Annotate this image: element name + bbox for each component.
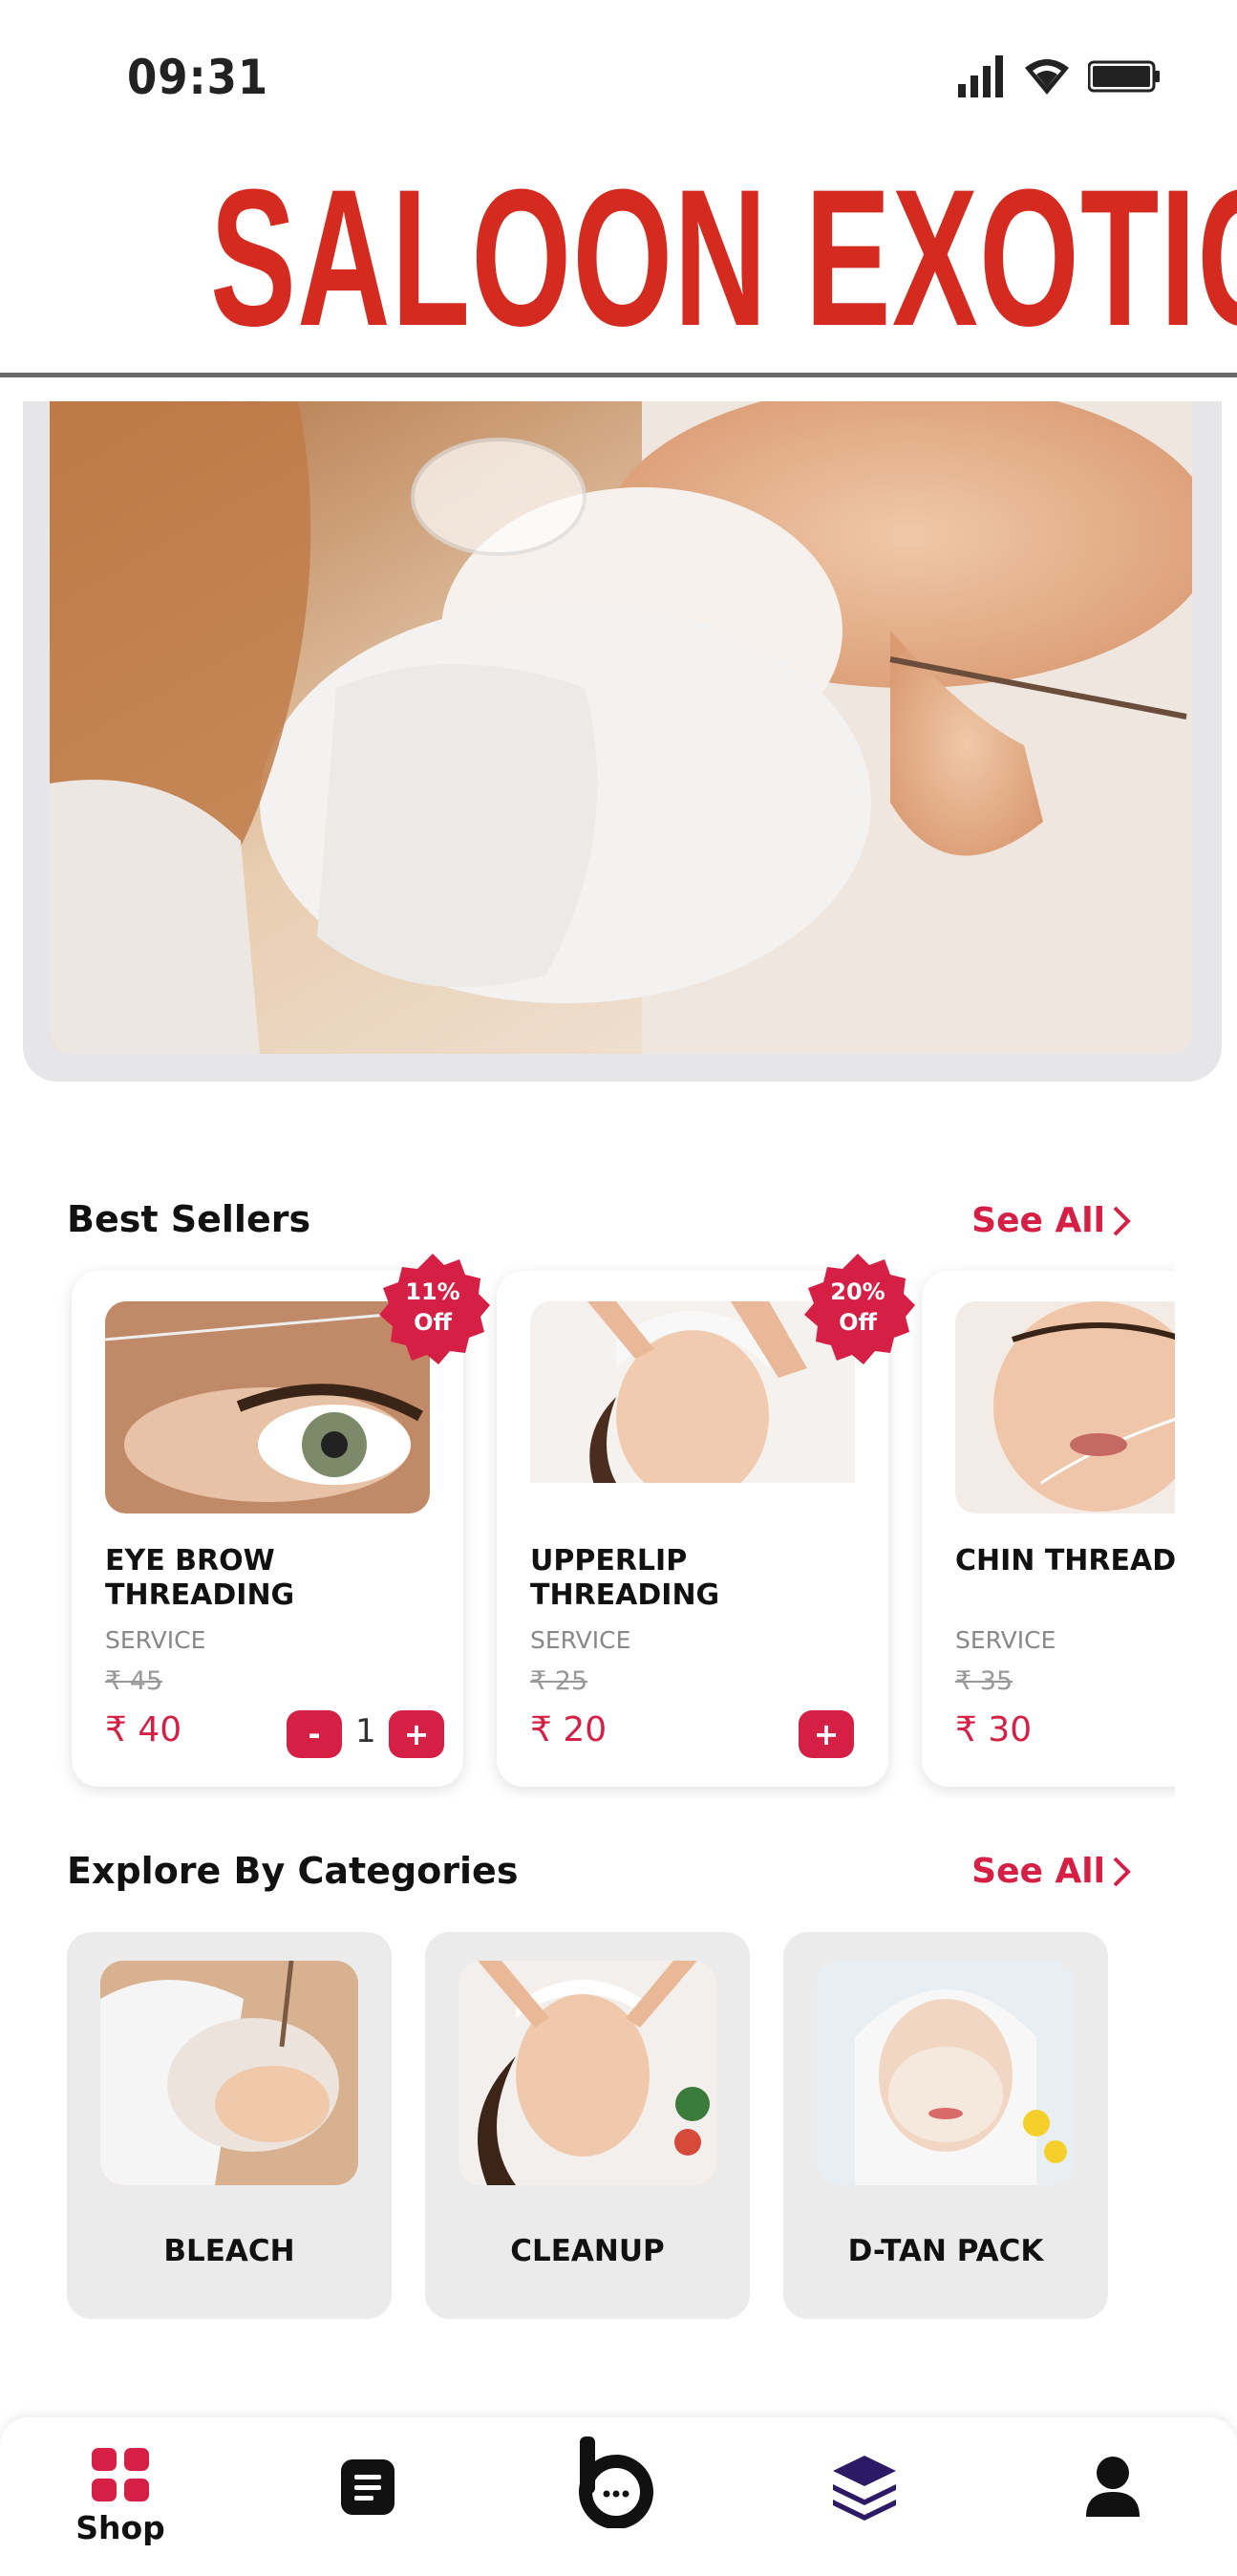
wifi-icon — [1025, 59, 1069, 95]
product-name: UPPERLIP THREADING — [530, 1544, 720, 1612]
category-image — [100, 1961, 358, 2185]
product-name: EYE BROW THREADING — [105, 1544, 295, 1612]
title-divider — [0, 373, 1237, 377]
nav-item-chat[interactable] — [559, 2436, 673, 2528]
add-to-cart-button[interactable]: + — [799, 1710, 854, 1758]
category-image — [459, 1961, 716, 2185]
app-title: SALOON EXOTIC — [210, 149, 1237, 367]
chevron-right-icon — [1113, 1206, 1131, 1235]
best-sellers-carousel[interactable]: EYE BROW THREADING SERVICE ₹ 45 ₹ 40 - 1… — [57, 1254, 1175, 1798]
product-old-price: ₹ 45 — [105, 1666, 163, 1696]
decrease-quantity-button[interactable]: - — [287, 1710, 342, 1758]
category-label: BLEACH — [163, 2234, 295, 2268]
product-price: ₹ 30 — [955, 1710, 1033, 1750]
see-all-label: See All — [971, 1201, 1105, 1240]
product-old-price: ₹ 25 — [530, 1666, 588, 1696]
categories-title: Explore By Categories — [67, 1850, 519, 1892]
product-name: CHIN THREADING — [955, 1544, 1175, 1578]
chevron-right-icon — [1113, 1857, 1131, 1886]
status-bar: 09:31 — [0, 0, 1237, 153]
nav-item-shop[interactable]: Shop — [63, 2446, 178, 2546]
category-card-cleanup[interactable]: CLEANUP — [425, 1932, 750, 2319]
grid-icon — [92, 2448, 149, 2501]
see-all-label: See All — [971, 1852, 1105, 1891]
category-card-bleach[interactable]: BLEACH — [67, 1932, 392, 2319]
best-sellers-title: Best Sellers — [67, 1198, 311, 1240]
category-label: CLEANUP — [510, 2234, 665, 2268]
product-type: SERVICE — [530, 1626, 631, 1654]
product-price: ₹ 20 — [530, 1710, 608, 1750]
product-old-price: ₹ 35 — [955, 1666, 1013, 1696]
battery-icon — [1088, 60, 1160, 93]
category-image — [817, 1961, 1075, 2185]
nav-label: Shop — [75, 2509, 165, 2546]
layers-icon — [833, 2456, 896, 2521]
product-card[interactable]: UPPERLIP THREADING SERVICE ₹ 25 ₹ 20 + 2… — [497, 1254, 915, 1787]
product-card[interactable]: CHIN THREADING SERVICE ₹ 35 ₹ 30 — [922, 1271, 1175, 1787]
discount-badge-text: 20% Off — [830, 1278, 885, 1336]
product-type: SERVICE — [955, 1626, 1056, 1654]
category-card-d-tan-pack[interactable]: D-TAN PACK — [783, 1932, 1108, 2319]
brand-chat-icon — [579, 2436, 653, 2528]
nav-item-profile[interactable] — [1056, 2456, 1170, 2517]
category-label: D-TAN PACK — [847, 2234, 1044, 2268]
categories-see-all-link[interactable]: See All — [971, 1852, 1132, 1891]
discount-badge-text: 11% Off — [405, 1278, 460, 1336]
status-time: 09:31 — [127, 50, 269, 105]
status-icons — [958, 53, 1161, 100]
quantity-value: 1 — [355, 1712, 376, 1750]
best-sellers-see-all-link[interactable]: See All — [971, 1201, 1132, 1240]
discount-badge: 20% Off — [799, 1254, 917, 1370]
product-image — [955, 1301, 1175, 1513]
signal-icon — [958, 55, 1003, 97]
orders-icon — [341, 2459, 395, 2515]
increase-quantity-button[interactable]: + — [389, 1710, 444, 1758]
profile-icon — [1086, 2457, 1140, 2517]
bottom-nav: Shop — [0, 2417, 1237, 2576]
product-price: ₹ 40 — [105, 1710, 182, 1750]
product-card[interactable]: EYE BROW THREADING SERVICE ₹ 45 ₹ 40 - 1… — [72, 1254, 490, 1787]
nav-item-layers[interactable] — [807, 2454, 922, 2521]
product-type: SERVICE — [105, 1626, 206, 1654]
discount-badge: 11% Off — [373, 1254, 492, 1370]
nav-item-orders[interactable] — [310, 2458, 425, 2517]
banner-image[interactable] — [50, 401, 1192, 1054]
